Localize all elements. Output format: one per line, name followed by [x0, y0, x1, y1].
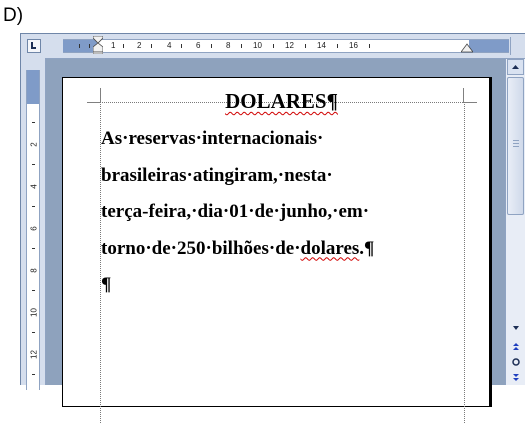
ruler-tick — [337, 44, 338, 48]
ruler-number: 6 — [196, 41, 201, 50]
split-box[interactable] — [510, 37, 523, 55]
right-indent-marker[interactable] — [461, 41, 473, 53]
body-line: terça-feira,·dia·01·de·junho,·em· — [101, 201, 370, 222]
question-label: D) — [3, 5, 24, 26]
grip-line — [513, 140, 519, 141]
ruler-number: 6 — [29, 226, 39, 231]
ruler-tick — [211, 44, 212, 48]
ruler-tick — [241, 44, 242, 48]
left-margin-zone — [63, 40, 97, 52]
ruler-tick — [369, 44, 370, 48]
ruler-tick — [123, 44, 124, 48]
body-line: brasileiras·atingiram,·nesta· — [101, 164, 333, 186]
scroll-down-arrow-icon — [512, 326, 519, 330]
ruler-number: 4 — [167, 41, 172, 50]
grip-line — [513, 143, 519, 144]
ruler-tick — [181, 44, 182, 48]
horizontal-ruler-bar: 1 2 4 6 8 10 12 14 16 — [21, 34, 525, 59]
ruler-number: 12 — [285, 41, 294, 50]
browse-object-button[interactable] — [507, 355, 524, 369]
body-line: As·reservas·internacionais· — [101, 128, 324, 149]
ruler-number: 2 — [29, 142, 39, 147]
body-line-text: torno·de·250·bilhões·de·dolares.¶ — [101, 237, 375, 259]
crop-mark — [87, 102, 100, 103]
scroll-up-button[interactable] — [507, 59, 524, 75]
ruler-tick — [32, 206, 35, 207]
ruler-tick — [32, 374, 35, 375]
ruler-tick — [89, 44, 90, 48]
right-margin-zone — [469, 40, 509, 52]
ruler-number: 10 — [253, 41, 262, 50]
ruler-tick — [32, 290, 35, 291]
ruler-number: 14 — [317, 41, 326, 50]
ruler-number: 8 — [226, 41, 231, 50]
scroll-up-arrow-icon — [512, 65, 519, 69]
ruler-tick — [79, 44, 80, 48]
body-line: ¶ — [101, 274, 112, 295]
vertical-ruler[interactable]: 2 4 6 8 10 12 — [26, 70, 40, 390]
horizontal-ruler[interactable]: 1 2 4 6 8 10 12 14 16 — [63, 36, 509, 54]
ruler-tick — [305, 44, 306, 48]
browse-object-icon — [511, 358, 520, 366]
ruler-number: 16 — [349, 41, 358, 50]
ruler-tick — [151, 44, 152, 48]
top-margin-zone — [27, 70, 39, 104]
ruler-number: 1 — [111, 41, 116, 50]
misspelled-word: dolares — [300, 237, 360, 259]
ruler-number: 10 — [29, 308, 39, 317]
title-text: DOLARES¶ — [225, 89, 338, 113]
vertical-scrollbar[interactable] — [505, 59, 525, 385]
ruler-number: 12 — [29, 350, 39, 359]
scroll-thumb[interactable] — [507, 77, 524, 215]
body-line: torno·de·250·bilhões·de·dolares.¶ — [101, 234, 471, 271]
tab-selector-button[interactable] — [27, 39, 41, 53]
scroll-down-button[interactable] — [507, 321, 524, 335]
crop-mark — [463, 102, 477, 103]
next-page-button[interactable] — [507, 371, 524, 385]
ruler-tick — [273, 44, 274, 48]
ruler-number: 2 — [137, 41, 142, 50]
document-title[interactable]: DOLARES¶ — [101, 88, 462, 114]
document-page[interactable]: DOLARES¶ As·reservas·internacionais· bra… — [62, 77, 492, 423]
ruler-tick — [32, 164, 35, 165]
crop-mark — [463, 88, 464, 102]
next-page-icon — [512, 374, 519, 381]
previous-page-button[interactable] — [507, 339, 524, 353]
first-line-indent-marker[interactable] — [93, 36, 103, 54]
ruler-tick — [32, 248, 35, 249]
ruler-number: 8 — [29, 268, 39, 273]
previous-page-icon — [512, 343, 519, 350]
document-body[interactable]: As·reservas·internacionais· brasileiras·… — [101, 124, 471, 307]
document-workspace: DOLARES¶ As·reservas·internacionais· bra… — [46, 59, 505, 423]
grip-line — [513, 146, 519, 147]
left-tab-icon — [31, 42, 36, 49]
vertical-ruler-bar: 2 4 6 8 10 12 — [21, 58, 46, 390]
ruler-tick — [32, 122, 35, 123]
ruler-tick — [32, 332, 35, 333]
ruler-number: 4 — [29, 184, 39, 189]
